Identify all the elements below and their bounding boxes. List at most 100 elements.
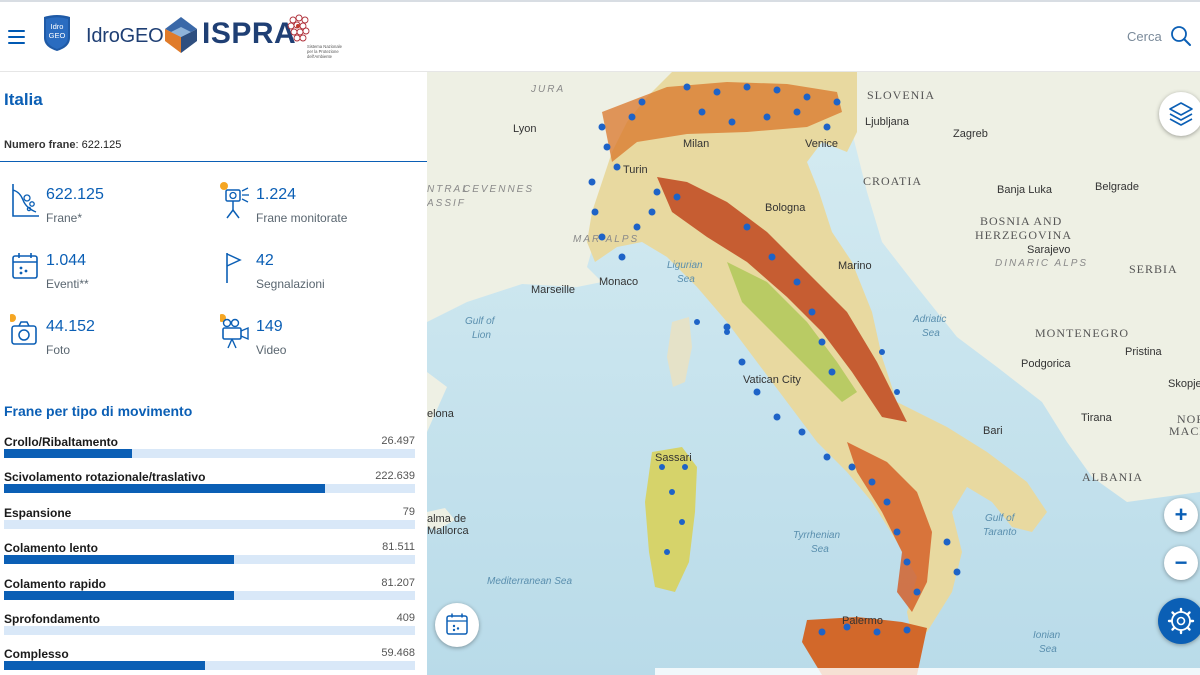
label-palma-2: Mallorca [427,525,469,537]
label-pristina: Pristina [1125,346,1162,358]
bar-label: Espansione [4,506,72,520]
movement-bar-scivolamento[interactable]: Scivolamento rotazionale/traslativo 222.… [4,467,415,495]
label-sassari: Sassari [655,452,692,464]
movement-bar-complesso[interactable]: Complesso 59.468 [4,644,415,672]
label-gulf-taranto-1: Gulf of [985,513,1015,524]
layers-icon [1169,102,1193,126]
label-ionian-1: Ionian [1033,630,1061,641]
label-palma-1: alma de [427,513,467,525]
stat-value: 1.224 [256,186,297,203]
bar-value: 59.468 [381,647,415,659]
search-icon[interactable] [1170,25,1192,47]
ispra-logo-icon[interactable] [163,15,199,55]
layers-button[interactable] [1159,92,1200,136]
label-milan: Milan [683,138,710,150]
stat-label: Video [256,343,287,357]
stat-value: 622.125 [46,186,104,203]
label-gulf-taranto-2: Taranto [983,527,1017,538]
num-frane-value: : 622.125 [75,139,122,151]
label-albania: ALBANIA [1082,470,1143,484]
svg-text:GEO: GEO [49,31,66,40]
stat-label: Frane monitorate [256,211,348,225]
bar-track [4,484,415,493]
stat-label: Eventi** [46,277,89,291]
label-massif-2: ASSIF [427,198,466,209]
minus-icon: − [1174,550,1188,575]
stat-label: Foto [46,343,71,357]
calendar-icon [446,613,468,635]
label-venice: Venice [805,138,839,150]
label-adriatic-sea-1: Adriatic [913,314,947,325]
label-tyrrhenian-2: Sea [811,544,829,555]
label-palermo: Palermo [842,615,883,627]
bar-track [4,661,415,670]
label-mediterranean: Mediterranean Sea [487,576,573,587]
search-label[interactable]: Cerca [1127,29,1162,44]
map-attribution [655,668,1200,675]
bar-label: Sprofondamento [4,612,100,626]
label-adriatic-sea-2: Sea [922,328,940,339]
svg-text:Idro: Idro [51,22,64,31]
label-marino: Marino [838,260,872,272]
flag-icon [226,253,242,283]
bar-track [4,591,415,600]
photo-camera-icon [10,314,37,345]
label-slovenia: SLOVENIA [867,88,935,102]
bar-label: Colamento rapido [4,577,107,591]
bar-value: 81.511 [382,541,415,553]
bar-value: 409 [396,612,415,624]
label-vatican: Vatican City [743,374,801,386]
region-title: Italia [4,90,43,109]
bar-fill [4,449,132,458]
bar-label: Colamento lento [4,541,99,555]
bar-label: Crollo/Ribaltamento [4,435,119,449]
label-herzegovina: HERZEGOVINA [975,228,1072,242]
bar-track [4,520,415,529]
label-marseille: Marseille [531,284,576,296]
label-dinaric-alps: DINARIC ALPS [995,258,1089,269]
idrogeo-logo[interactable]: Idro GEO [42,14,72,52]
movement-bar-sprofondamento[interactable]: Sprofondamento 409 [4,609,415,637]
bar-track [4,626,415,635]
num-frane: Numero frane: 622.125 [4,139,121,151]
movement-bar-colamento-lento[interactable]: Colamento lento 81.511 [4,538,415,566]
panel-divider [0,161,427,162]
label-ligurian-sea-1: Ligurian [667,260,703,271]
settings-button[interactable] [1158,598,1200,644]
label-gulf-lion-2: Lion [472,330,491,341]
label-zagreb: Zagreb [953,128,988,140]
bar-fill [4,484,325,493]
snpa-logo[interactable]: Sistema Nazionale per la Protezione dell… [285,14,345,60]
label-podgorica: Podgorica [1021,358,1071,370]
app-name[interactable]: IdroGEO [86,25,164,48]
stat-value: 44.152 [46,318,95,335]
label-banja-luka: Banja Luka [997,184,1053,196]
bar-track [4,449,415,458]
org-name[interactable]: ISPRA [202,17,296,51]
bar-value: 26.497 [381,435,415,447]
label-sarajevo: Sarajevo [1027,244,1071,256]
events-calendar-button[interactable] [435,603,479,647]
map-view[interactable]: SLOVENIA Ljubljana Zagreb CROATIA Banja … [427,72,1200,675]
label-cevennes: CEVENNES [463,184,535,195]
stat-value: 42 [256,252,274,269]
label-ionian-2: Sea [1039,644,1057,655]
svg-text:dell'Ambiente: dell'Ambiente [307,54,333,59]
label-lyon: Lyon [513,123,537,135]
info-panel: Italia Numero frane: 622.125 622.125 Fra… [0,72,427,675]
zoom-in-button[interactable]: + [1164,498,1198,532]
label-bari: Bari [983,425,1003,437]
label-bologna: Bologna [765,202,806,214]
movement-bar-espansione[interactable]: Espansione 79 [4,503,415,531]
movement-bar-crollo[interactable]: Crollo/Ribaltamento 26.497 [4,432,415,460]
monitoring-camera-icon [220,182,249,219]
menu-hamburger-icon[interactable] [8,30,25,44]
movement-bar-colamento-rapido[interactable]: Colamento rapido 81.207 [4,574,415,602]
bar-fill [4,661,206,670]
num-frane-label: Numero frane [4,139,76,151]
label-bosnia: BOSNIA AND [980,214,1063,228]
bar-value: 81.207 [381,577,415,589]
label-turin: Turin [623,164,648,176]
zoom-out-button[interactable]: − [1164,546,1198,580]
label-ligurian-sea-2: Sea [677,274,695,285]
